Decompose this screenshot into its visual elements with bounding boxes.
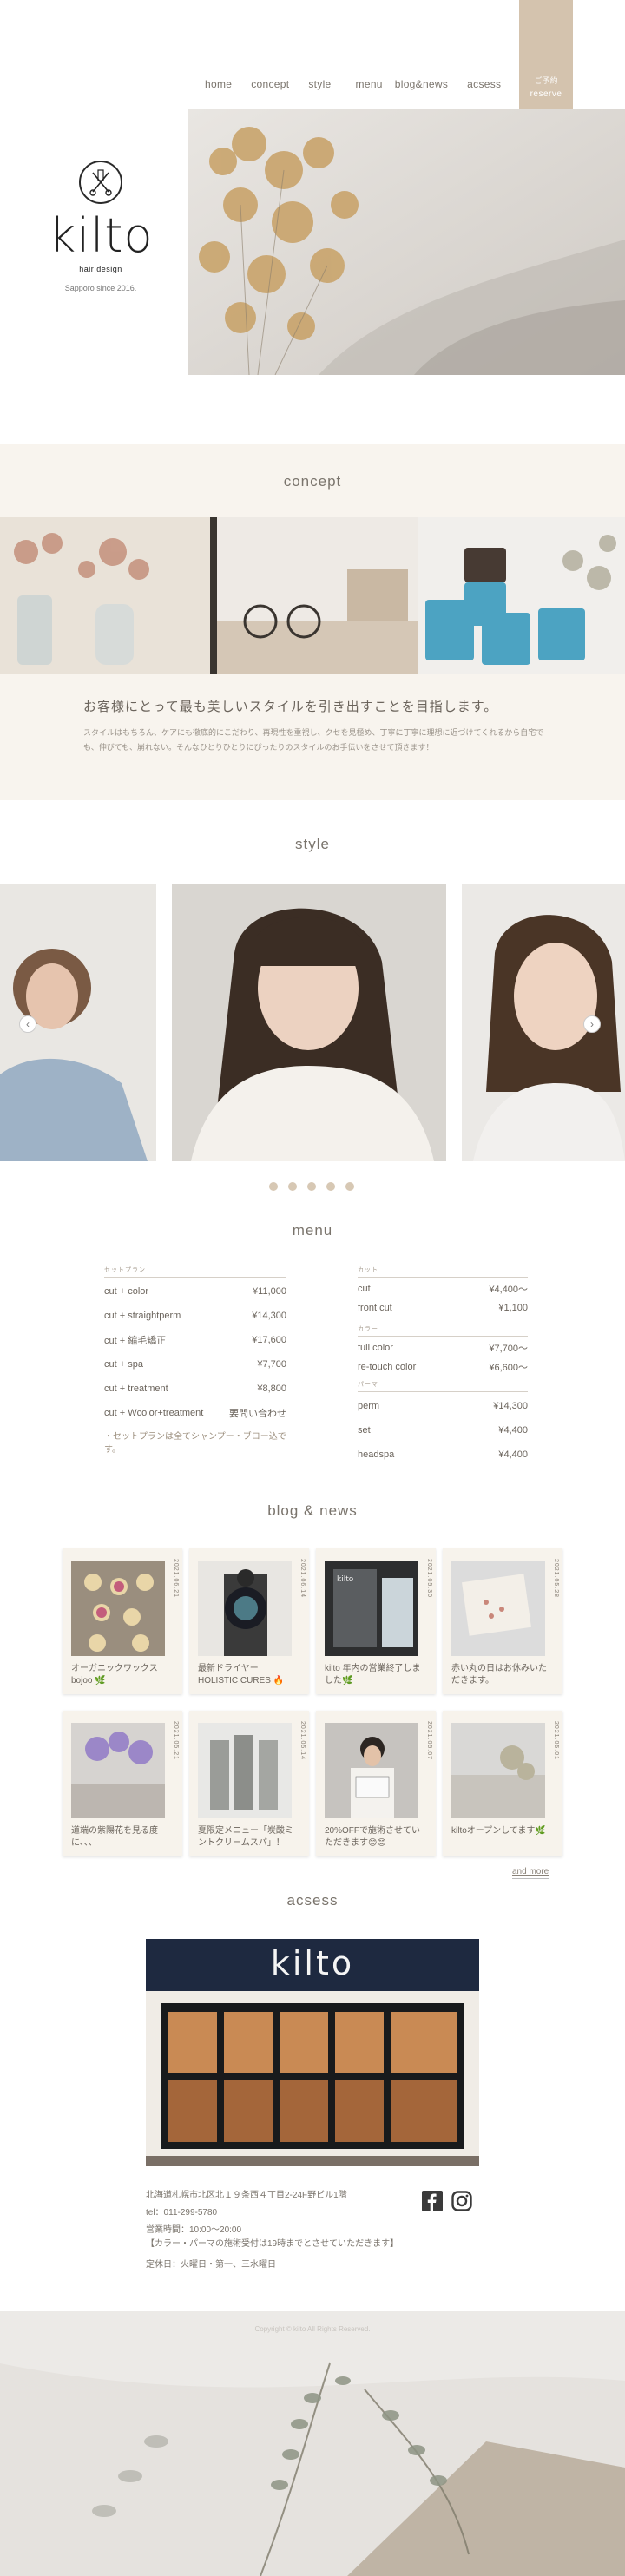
style-title: style xyxy=(295,836,330,852)
carousel-dot[interactable] xyxy=(326,1182,335,1191)
storefront-sign: kilto xyxy=(270,1944,355,1982)
menu-item: re-touch color ¥6,600〜 xyxy=(358,1362,528,1373)
svg-text:kilto: kilto xyxy=(337,1575,354,1584)
nav-blog[interactable]: blog&news xyxy=(395,78,448,90)
menu-item: cut ¥4,400〜 xyxy=(358,1284,528,1295)
blog-thumbnail xyxy=(71,1561,165,1656)
access-info: 北海道札幌市北区北１９条西４丁目2-24F野ビル1階 tel：011-299-5… xyxy=(146,2187,398,2274)
blog-thumbnail xyxy=(451,1723,545,1818)
hours-note: 【カラー・パーマの施術受付は19時までとさせていただきます】 xyxy=(146,2239,399,2249)
blog-thumbnail xyxy=(198,1723,292,1818)
menu-item: cut + color ¥11,000 xyxy=(104,1286,286,1297)
logo[interactable]: kilto hair design Sapporo since 2016. xyxy=(49,161,153,292)
blog-more-link[interactable]: and more xyxy=(512,1867,549,1879)
blog-date: 2021.05.14 xyxy=(299,1721,306,1761)
menu-title: menu xyxy=(292,1222,333,1239)
address: 北海道札幌市北区北１９条西４丁目2-24F野ビル1階 xyxy=(146,2191,347,2200)
blog-thumbnail xyxy=(325,1723,418,1818)
nav-style[interactable]: style xyxy=(308,78,331,90)
hero-image xyxy=(188,109,625,375)
carousel-dot[interactable] xyxy=(345,1182,354,1191)
carousel-prev-button[interactable]: ‹ xyxy=(19,1015,36,1033)
reserve-label-jp: ご予約 xyxy=(534,76,558,85)
blog-card[interactable]: 2021.05.14 夏限定メニュー「炭酸ミントクリームスパ」！ xyxy=(189,1711,309,1856)
menu-category: カット xyxy=(358,1265,528,1278)
acsess-title: acsess xyxy=(286,1892,339,1909)
phone[interactable]: tel：011-299-5780 xyxy=(146,2205,398,2222)
blog-post-title: 夏限定メニュー「炭酸ミントクリームスパ」！ xyxy=(198,1826,293,1848)
blog-post-title: kiltoオープンしてます🌿 xyxy=(451,1826,546,1836)
style-carousel[interactable]: ‹ › xyxy=(0,884,625,1161)
facebook-icon[interactable] xyxy=(422,2191,443,2211)
blog-post-title: オーガニックワックス bojoo 🌿 xyxy=(71,1664,158,1686)
blog-date: 2021.05.28 xyxy=(553,1559,559,1599)
blog-date: 2021.05.07 xyxy=(426,1721,432,1761)
menu-category: カラー xyxy=(358,1324,528,1337)
blog-thumbnail: kilto xyxy=(325,1561,418,1656)
logo-subtitle: hair design xyxy=(79,265,122,273)
reserve-label-en: reserve xyxy=(530,89,562,99)
menu-category: セットプラン xyxy=(104,1265,286,1278)
logo-since: Sapporo since 2016. xyxy=(64,284,137,292)
carousel-dot[interactable] xyxy=(288,1182,297,1191)
menu-item: perm ¥14,300 xyxy=(358,1401,528,1411)
blog-card[interactable]: kilto 2021.05.30 kilto 年内の営業終了しました🌿 xyxy=(316,1548,436,1694)
menu-item: cut + treatment ¥8,800 xyxy=(104,1383,286,1394)
blog-post-title: 最新ドライヤー HOLISTIC CURES 🔥 xyxy=(198,1664,285,1686)
menu-item: cut + 縮毛矯正 ¥17,600 xyxy=(104,1335,286,1346)
nav-menu[interactable]: menu xyxy=(356,78,383,90)
carousel-dot[interactable] xyxy=(269,1182,278,1191)
menu-item: set ¥4,400 xyxy=(358,1425,528,1436)
blog-thumbnail xyxy=(198,1561,292,1656)
storefront-image: kilto xyxy=(146,1939,479,2166)
blog-card[interactable]: 2021.06.14 最新ドライヤー HOLISTIC CURES 🔥 xyxy=(189,1548,309,1694)
carousel-dots xyxy=(269,1182,354,1191)
concept-title: concept xyxy=(283,473,342,490)
menu-single: カット cut ¥4,400〜 front cut ¥1,100 カラー full … xyxy=(358,1265,528,1467)
blog-post-title: 赤い丸の日はお休みいただきます。 xyxy=(451,1664,547,1686)
menu-item: headspa ¥4,400 xyxy=(358,1449,528,1460)
copyright: Copyright © kilto All Rights Reserved. xyxy=(254,2325,371,2333)
scissors-comb-icon xyxy=(79,161,122,204)
blog-date: 2021.05.21 xyxy=(173,1721,179,1761)
holiday: 定休日：火曜日・第一、三水曜日 xyxy=(146,2260,276,2270)
menu-item: cut + Wcolor+treatment 要問い合わせ xyxy=(104,1408,286,1419)
instagram-icon[interactable] xyxy=(451,2191,472,2211)
concept-heading: お客様にとって最も美しいスタイルを引き出すことを目指します。 xyxy=(83,700,498,714)
blog-card[interactable]: 2021.05.07 20%OFFで施術させていただきます😊😊 xyxy=(316,1711,436,1856)
nav-concept[interactable]: concept xyxy=(251,78,289,90)
carousel-next-button[interactable]: › xyxy=(583,1015,601,1033)
menu-item: cut + spa ¥7,700 xyxy=(104,1359,286,1370)
concept-body: スタイルはもちろん、ケアにも徹底的にこだわり、再現性を重視し、クセを見極め、丁寧… xyxy=(83,728,544,752)
logo-wordmark: kilto xyxy=(49,208,154,263)
blog-post-title: kilto 年内の営業終了しました🌿 xyxy=(325,1664,421,1686)
menu-item: front cut ¥1,100 xyxy=(358,1303,528,1313)
menu-note: ・セットプランは全てシャンプー・ブロー込です。 xyxy=(104,1432,286,1455)
blog-card[interactable]: 2021.05.28 赤い丸の日はお休みいただきます。 xyxy=(443,1548,562,1694)
footer-image: Copyright © kilto All Rights Reserved. xyxy=(0,2311,625,2576)
blog-card[interactable]: 2021.06.21 オーガニックワックス bojoo 🌿 xyxy=(62,1548,182,1694)
concept-images xyxy=(0,517,625,674)
blog-title: blog & news xyxy=(267,1502,358,1519)
nav-home[interactable]: home xyxy=(205,78,232,90)
blog-date: 2021.05.30 xyxy=(426,1559,432,1599)
blog-post-title: 20%OFFで施術させていただきます😊😊 xyxy=(325,1826,421,1848)
menu-set-plans: セットプラン cut + color ¥11,000 cut + straight… xyxy=(104,1265,286,1455)
carousel-dot[interactable] xyxy=(307,1182,316,1191)
blog-post-title: 道端の紫陽花を見る度に、、、 xyxy=(71,1826,158,1848)
blog-date: 2021.06.21 xyxy=(173,1559,179,1599)
menu-category: パーマ xyxy=(358,1380,528,1392)
blog-thumbnail xyxy=(451,1561,545,1656)
blog-card[interactable]: 2021.05.01 kiltoオープンしてます🌿 xyxy=(443,1711,562,1856)
menu-item: full color ¥7,700〜 xyxy=(358,1343,528,1354)
main-nav: home concept style menu blog&news acsess xyxy=(205,78,520,90)
blog-card[interactable]: 2021.05.21 道端の紫陽花を見る度に、、、 xyxy=(62,1711,182,1856)
blog-date: 2021.05.01 xyxy=(553,1721,559,1761)
blog-date: 2021.06.14 xyxy=(299,1559,306,1599)
nav-acsess[interactable]: acsess xyxy=(467,78,501,90)
menu-item: cut + straightperm ¥14,300 xyxy=(104,1311,286,1321)
blog-thumbnail xyxy=(71,1723,165,1818)
